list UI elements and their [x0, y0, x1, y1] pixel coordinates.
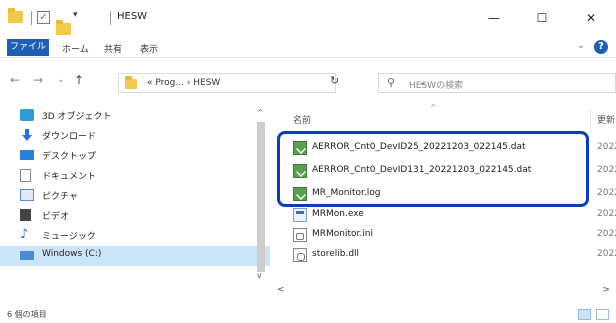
- download-icon: [22, 129, 32, 141]
- minimize-button[interactable]: —: [479, 6, 509, 30]
- address-toolbar: ← → ⌄ ↑ « Prog... › HESW ⌄ ↻ ⚲ HESWの検索: [0, 70, 616, 96]
- up-button[interactable]: ↑: [74, 73, 84, 87]
- file-name: storelib.dll: [312, 249, 360, 259]
- quick-access-dropdown-icon[interactable]: ▾: [73, 10, 78, 20]
- sidebar-item-videos[interactable]: ビデオ: [20, 206, 265, 226]
- status-bar: 6 個の項目: [0, 306, 616, 323]
- pictures-icon: [20, 189, 34, 201]
- file-name: MRMon.exe: [312, 209, 364, 219]
- scrollbar-thumb[interactable]: [257, 122, 265, 272]
- file-date: 2022: [597, 249, 616, 259]
- maximize-button[interactable]: ☐: [527, 6, 557, 30]
- scroll-left-icon[interactable]: <: [277, 285, 285, 295]
- details-view-icon[interactable]: [578, 309, 591, 320]
- drive-icon: [20, 251, 34, 260]
- item-count: 6 個の項目: [7, 310, 47, 319]
- search-box[interactable]: ⚲ HESWの検索: [378, 73, 616, 93]
- folder-icon: [8, 8, 23, 23]
- column-header-name[interactable]: 名前: [293, 113, 311, 126]
- file-date: 2022: [597, 209, 616, 219]
- file-row[interactable]: MRMonitor.ini 2022: [285, 225, 616, 245]
- column-header-date[interactable]: 更新: [597, 113, 615, 126]
- sort-ascending-icon: ^: [430, 103, 437, 112]
- help-icon[interactable]: ?: [594, 40, 608, 54]
- divider: [31, 11, 32, 25]
- executable-icon: [293, 208, 307, 222]
- file-date: 2022: [597, 188, 616, 198]
- tab-file[interactable]: ファイル: [7, 39, 49, 56]
- ribbon: ファイル ホーム 共有 表示 ⌄ ?: [0, 36, 616, 58]
- search-input[interactable]: HESWの検索: [409, 78, 463, 91]
- refresh-button[interactable]: ↻: [330, 74, 339, 87]
- file-date: 2022: [597, 165, 616, 175]
- forward-button[interactable]: →: [33, 73, 43, 87]
- address-bar[interactable]: « Prog... › HESW ⌄: [118, 73, 427, 93]
- new-folder-icon[interactable]: [56, 20, 71, 35]
- sidebar-item-pictures[interactable]: ピクチャ: [20, 186, 265, 206]
- navigation-scrollbar[interactable]: ^ v: [254, 108, 268, 283]
- sidebar-item-documents[interactable]: ドキュメント: [20, 166, 265, 186]
- cube-icon: [20, 109, 34, 121]
- tab-home[interactable]: ホーム: [62, 42, 89, 55]
- file-row[interactable]: storelib.dll 2022: [285, 245, 616, 265]
- sidebar-item-label: ドキュメント: [42, 172, 97, 182]
- sidebar-item-label: 3D オブジェクト: [42, 112, 112, 122]
- library-file-icon: [293, 248, 307, 262]
- file-date: 2022: [597, 229, 616, 239]
- sidebar-item-downloads[interactable]: ダウンロード: [20, 126, 265, 146]
- sidebar-item-label: ミュージック: [42, 232, 96, 242]
- back-button[interactable]: ←: [10, 73, 20, 87]
- highlight-annotation: [277, 131, 589, 207]
- horizontal-scrollbar[interactable]: < >: [275, 285, 616, 299]
- video-icon: [20, 209, 31, 221]
- scroll-up-icon[interactable]: ^: [257, 108, 264, 117]
- sidebar-item-label: Windows (C:): [42, 249, 102, 259]
- sidebar-item-3d-objects[interactable]: 3D オブジェクト: [20, 106, 265, 126]
- close-button[interactable]: ✕: [576, 6, 606, 30]
- divider: [110, 11, 111, 25]
- navigation-pane: 3D オブジェクト ダウンロード デスクトップ ドキュメント ピクチャ ビデオ …: [0, 106, 270, 306]
- search-icon: ⚲: [387, 76, 396, 89]
- sidebar-item-music[interactable]: ♪ ミュージック: [20, 226, 265, 246]
- document-icon: [20, 169, 31, 182]
- settings-file-icon: [293, 228, 307, 242]
- file-row[interactable]: MRMon.exe 2022: [285, 205, 616, 225]
- sidebar-item-label: デスクトップ: [42, 152, 97, 162]
- file-date: 2022: [597, 142, 616, 152]
- scroll-right-icon[interactable]: >: [602, 285, 610, 295]
- tab-share[interactable]: 共有: [104, 42, 122, 55]
- recent-locations-button[interactable]: ⌄: [57, 75, 65, 85]
- address-path[interactable]: « Prog... › HESW: [147, 78, 220, 88]
- title-bar: ✓ ▾ HESW — ☐ ✕: [0, 0, 616, 36]
- folder-icon: [125, 76, 137, 89]
- file-name: MRMonitor.ini: [312, 229, 373, 239]
- properties-icon[interactable]: ✓: [37, 11, 50, 24]
- column-divider[interactable]: [590, 109, 591, 127]
- window-title: HESW: [117, 11, 148, 22]
- sidebar-item-label: ピクチャ: [42, 192, 78, 202]
- large-icons-view-icon[interactable]: [596, 309, 609, 320]
- sidebar-item-windows-c[interactable]: Windows (C:): [0, 246, 270, 266]
- sidebar-item-label: ビデオ: [42, 212, 70, 222]
- sidebar-item-label: ダウンロード: [42, 132, 97, 142]
- ribbon-expand-icon[interactable]: ⌄: [577, 41, 585, 51]
- music-icon: ♪: [20, 227, 29, 242]
- scroll-down-icon[interactable]: v: [257, 271, 262, 280]
- sidebar-item-desktop[interactable]: デスクトップ: [20, 146, 265, 166]
- desktop-icon: [20, 150, 34, 160]
- tab-view[interactable]: 表示: [140, 42, 158, 55]
